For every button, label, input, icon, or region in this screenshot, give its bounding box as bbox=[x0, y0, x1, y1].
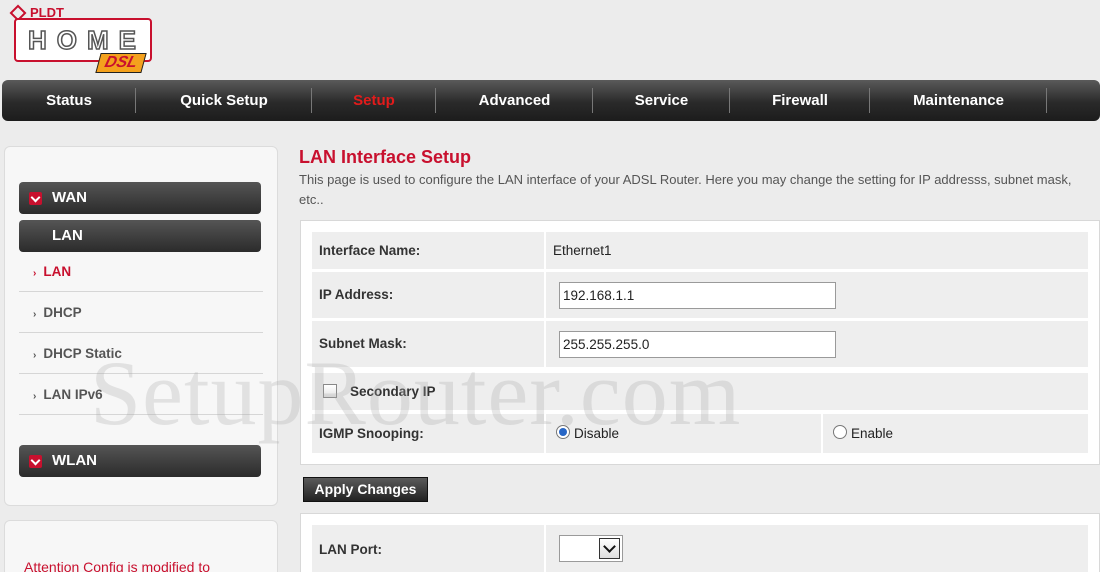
igmp-snooping-label: IGMP Snooping: bbox=[319, 426, 424, 441]
row-igmp-snooping: IGMP Snooping: Disable Enable bbox=[312, 414, 1088, 453]
lan-port-label: LAN Port: bbox=[319, 542, 382, 557]
top-nav: Status Quick Setup Setup Advanced Servic… bbox=[2, 80, 1100, 121]
row-subnet-mask: Subnet Mask: bbox=[312, 321, 1088, 367]
row-secondary-ip: Secondary IP bbox=[312, 373, 1088, 410]
sidebar-item-label: LAN IPv6 bbox=[43, 387, 103, 402]
page-description: This page is used to configure the LAN i… bbox=[299, 172, 1072, 207]
row-ip-address: IP Address: bbox=[312, 272, 1088, 318]
chevron-down-icon bbox=[599, 538, 620, 559]
sidebar-item-label: DHCP Static bbox=[43, 346, 122, 361]
sidebar-item-dhcp-static[interactable]: › DHCP Static bbox=[19, 333, 263, 374]
chevron-right-icon: › bbox=[33, 350, 37, 361]
ip-address-label: IP Address: bbox=[319, 287, 394, 302]
page-title: LAN Interface Setup bbox=[299, 147, 472, 167]
logo-product-text: HOME bbox=[27, 24, 146, 56]
sidebar-group-wlan[interactable]: WLAN bbox=[19, 445, 261, 477]
igmp-enable-radio[interactable] bbox=[833, 425, 847, 439]
nav-setup[interactable]: Setup bbox=[312, 80, 436, 121]
nav-advanced[interactable]: Advanced bbox=[436, 80, 593, 121]
nav-firewall[interactable]: Firewall bbox=[730, 80, 870, 121]
chevron-down-icon bbox=[29, 192, 42, 205]
nav-status[interactable]: Status bbox=[2, 80, 136, 121]
chevron-right-icon: › bbox=[33, 391, 37, 402]
apply-changes-button[interactable]: Apply Changes bbox=[303, 477, 428, 502]
row-interface-name: Interface Name: Ethernet1 bbox=[312, 232, 1088, 269]
sidebar-item-label: LAN bbox=[43, 264, 72, 279]
ip-address-input[interactable] bbox=[559, 282, 836, 309]
interface-name-label: Interface Name: bbox=[319, 243, 421, 258]
igmp-disable-label: Disable bbox=[574, 426, 620, 441]
nav-maintenance[interactable]: Maintenance bbox=[870, 80, 1047, 121]
lan-settings-panel: Interface Name: Ethernet1 IP Address: Su… bbox=[300, 220, 1100, 465]
igmp-disable-radio[interactable] bbox=[556, 425, 570, 439]
sidebar-item-lan[interactable]: › LAN bbox=[19, 251, 263, 292]
attention-message: Attention Config is modified to bbox=[24, 559, 210, 572]
sidebar-item-lan-ipv6[interactable]: › LAN IPv6 bbox=[19, 374, 263, 415]
sidebar-group-label: LAN bbox=[52, 227, 83, 244]
pldt-home-dsl-logo: PLDT HOME DSL bbox=[9, 4, 154, 73]
lan-port-select[interactable] bbox=[559, 535, 623, 562]
chevron-right-icon: › bbox=[33, 268, 37, 279]
lan-port-panel: LAN Port: bbox=[300, 513, 1100, 572]
row-lan-port: LAN Port: bbox=[312, 525, 1088, 572]
chevron-down-icon bbox=[29, 455, 42, 468]
nav-service[interactable]: Service bbox=[593, 80, 730, 121]
nav-quick-setup[interactable]: Quick Setup bbox=[136, 80, 312, 121]
sidebar-item-label: DHCP bbox=[43, 305, 82, 320]
logo-dsl-badge: DSL bbox=[95, 53, 147, 73]
secondary-ip-checkbox[interactable] bbox=[323, 384, 337, 398]
sidebar: WAN LAN › LAN › DHCP › DHCP Static › LAN IPv… bbox=[4, 146, 278, 506]
igmp-enable-label: Enable bbox=[851, 426, 894, 441]
attention-panel: Attention Config is modified to bbox=[4, 520, 278, 572]
chevron-right-icon: › bbox=[33, 309, 37, 320]
interface-name-value: Ethernet1 bbox=[553, 243, 612, 258]
sidebar-item-dhcp[interactable]: › DHCP bbox=[19, 292, 263, 333]
secondary-ip-label: Secondary IP bbox=[350, 384, 436, 399]
sidebar-group-label: WAN bbox=[52, 189, 87, 206]
sidebar-group-wan[interactable]: WAN bbox=[19, 182, 261, 214]
sidebar-group-label: WLAN bbox=[52, 452, 97, 469]
sidebar-group-lan[interactable]: LAN bbox=[19, 220, 261, 252]
subnet-mask-label: Subnet Mask: bbox=[319, 336, 407, 351]
subnet-mask-input[interactable] bbox=[559, 331, 836, 358]
